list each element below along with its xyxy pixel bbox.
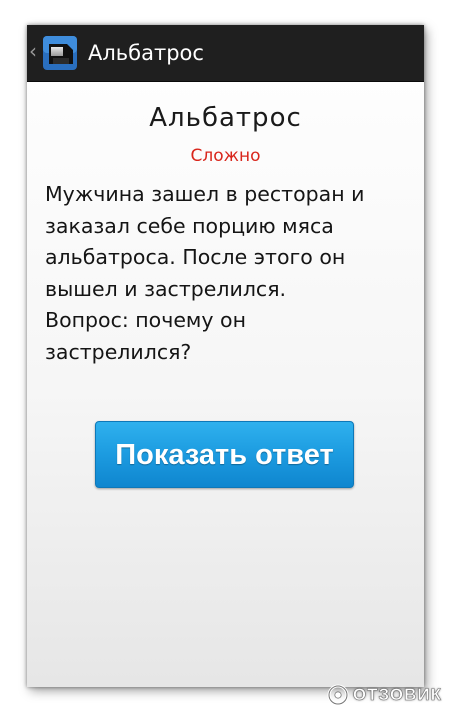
app-icon[interactable]: [41, 34, 79, 72]
watermark-text: ОТЗОВИК: [352, 685, 442, 705]
show-answer-button[interactable]: Показать ответ: [95, 421, 354, 488]
action-bar: ‹ Альбатрос: [27, 25, 424, 82]
difficulty-label: Сложно: [190, 146, 261, 166]
chevron-left-icon[interactable]: ‹: [29, 39, 37, 63]
otzovik-logo-icon: [327, 684, 349, 706]
phone-screen: ‹ Альбатрос Альбатрос Сложно Мужчина заш…: [27, 25, 424, 687]
otzovik-watermark: ОТЗОВИК: [327, 684, 442, 706]
action-bar-title: Альбатрос: [88, 41, 204, 65]
riddle-title: Альбатрос: [149, 103, 302, 133]
riddle-text: Мужчина зашел в ресторан и заказал себе …: [45, 182, 365, 364]
